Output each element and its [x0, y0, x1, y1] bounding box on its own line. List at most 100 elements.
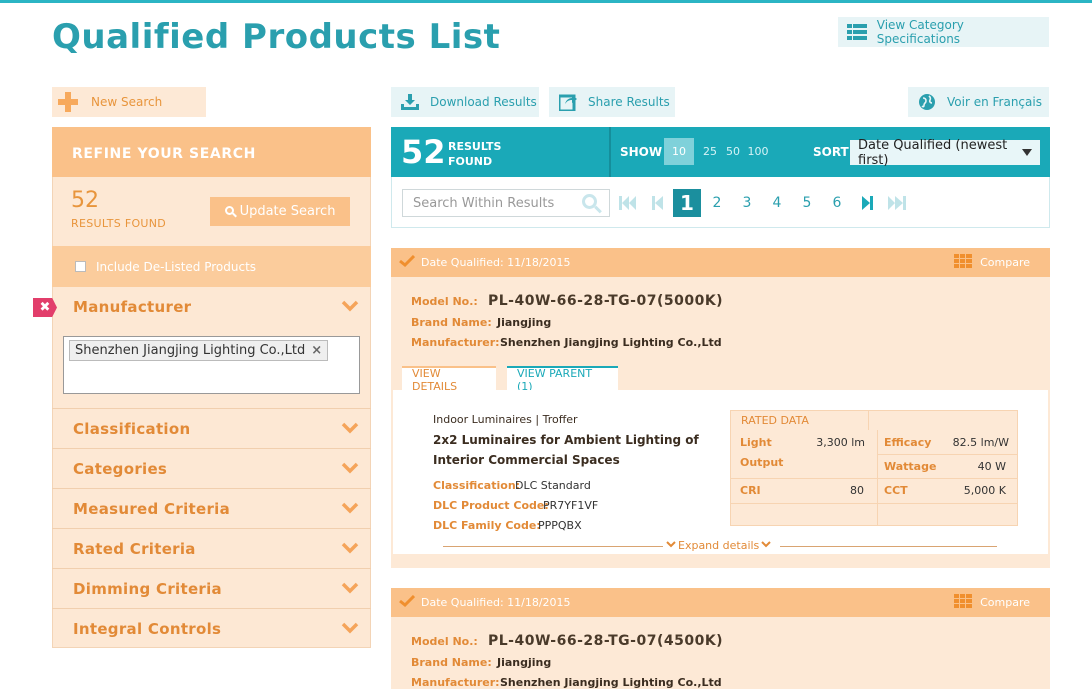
- family-code-value: PPPQBX: [538, 519, 582, 532]
- wattage-value: 40 W: [977, 460, 1006, 473]
- results-bar-label: RESULTS FOUND: [448, 139, 501, 169]
- classification-value: DLC Standard: [515, 479, 591, 492]
- chevron-down-icon: [341, 420, 359, 438]
- brand-name: Jiangjing: [497, 656, 552, 669]
- facet-categories[interactable]: Categories: [52, 448, 371, 488]
- chevron-down-icon: [341, 620, 359, 638]
- page-6[interactable]: 6: [823, 189, 851, 217]
- rated-data-box: RATED DATA Light Output 3,300 lm Efficac…: [730, 410, 1018, 526]
- new-search-button[interactable]: New Search: [52, 87, 206, 117]
- download-icon: [399, 91, 421, 113]
- per-page-50[interactable]: 50: [725, 138, 741, 165]
- view-category-specifications-label: View Category Specifications: [876, 18, 964, 46]
- output-label: Output: [740, 456, 784, 469]
- results-count: 52: [71, 188, 99, 213]
- manufacturer-name: Shenzhen Jiangjing Lighting Co.,Ltd: [500, 336, 722, 349]
- sort-value: Date Qualified (newest first): [858, 137, 1008, 168]
- refine-search-header: REFINE YOUR SEARCH: [52, 127, 371, 177]
- include-delisted-row[interactable]: Include De-Listed Products: [52, 246, 371, 287]
- compare-grid-icon: [954, 254, 973, 271]
- facet-label: Integral Controls: [73, 619, 222, 638]
- checkmark-icon: [399, 594, 416, 610]
- search-within-results-input[interactable]: Search Within Results: [402, 189, 610, 217]
- search-icon: [224, 205, 237, 218]
- first-page-icon[interactable]: [614, 189, 642, 217]
- compare-label: Compare: [980, 596, 1030, 609]
- previous-page-icon[interactable]: [644, 189, 672, 217]
- manufacturer-filter-tag-label: Shenzhen Jiangjing Lighting Co.,Ltd: [75, 343, 306, 358]
- sort-label: SORT: [813, 145, 849, 159]
- product-card-header: Date Qualified: 11/18/2015 Compare: [391, 588, 1050, 617]
- facet-measured-criteria[interactable]: Measured Criteria: [52, 488, 371, 528]
- family-code-label: DLC Family Code:: [433, 519, 541, 532]
- include-delisted-checkbox[interactable]: [75, 261, 86, 272]
- cri-label: CRI: [740, 484, 761, 497]
- date-qualified: Date Qualified: 11/18/2015: [421, 256, 571, 269]
- efficacy-value: 82.5 lm/W: [952, 436, 1009, 449]
- chevron-down-icon: [666, 539, 676, 552]
- model-number: PL-40W-66-28-TG-07(4500K): [488, 633, 724, 649]
- view-category-specifications-button[interactable]: View Category Specifications: [838, 17, 1049, 47]
- product-name-line1: 2x2 Luminaires for Ambient Lighting of: [433, 433, 699, 447]
- facet-dimming-criteria[interactable]: Dimming Criteria: [52, 568, 371, 608]
- per-page-25[interactable]: 25: [702, 138, 718, 165]
- page-5[interactable]: 5: [793, 189, 821, 217]
- product-card-header: Date Qualified: 11/18/2015 Compare: [391, 248, 1050, 277]
- remove-tag-icon[interactable]: ×: [311, 343, 322, 358]
- compare-toggle[interactable]: Compare: [954, 254, 1030, 271]
- model-number: PL-40W-66-28-TG-07(5000K): [488, 293, 724, 309]
- share-icon: [557, 91, 579, 113]
- download-results-label: Download Results: [430, 95, 537, 109]
- facet-manufacturer[interactable]: Manufacturer: [52, 287, 371, 327]
- tab-view-parent[interactable]: VIEW PARENT (1): [507, 366, 618, 393]
- page-1[interactable]: 1: [673, 189, 701, 217]
- model-label: Model No.:: [411, 635, 478, 648]
- facet-classification[interactable]: Classification: [52, 408, 371, 448]
- results-count-label: RESULTS FOUND: [71, 217, 167, 230]
- show-label: SHOW: [620, 145, 663, 159]
- model-label: Model No.:: [411, 295, 478, 308]
- page-3[interactable]: 3: [733, 189, 761, 217]
- brand-label: Brand Name:: [411, 656, 492, 669]
- brand-name: Jiangjing: [497, 316, 552, 329]
- facet-integral-controls[interactable]: Integral Controls: [52, 608, 371, 648]
- manufacturer-filter-tag[interactable]: Shenzhen Jiangjing Lighting Co.,Ltd ×: [69, 340, 329, 361]
- voir-en-francais-label: Voir en Français: [947, 95, 1042, 109]
- chevron-down-icon: [341, 580, 359, 598]
- product-name-line2: Interior Commercial Spaces: [433, 453, 620, 467]
- next-page-icon[interactable]: [853, 189, 881, 217]
- facet-rated-criteria[interactable]: Rated Criteria: [52, 528, 371, 568]
- checkmark-icon: [399, 254, 416, 270]
- caret-down-icon: [1022, 149, 1032, 156]
- facet-manufacturer-label: Manufacturer: [73, 298, 192, 316]
- product-category: Indoor Luminaires | Troffer: [433, 413, 578, 426]
- page-2[interactable]: 2: [703, 189, 731, 217]
- expand-details-link[interactable]: Expand details: [666, 539, 771, 552]
- chevron-down-icon: [341, 460, 359, 478]
- facet-label: Dimming Criteria: [73, 579, 222, 598]
- globe-icon: [916, 91, 938, 113]
- update-search-button[interactable]: Update Search: [210, 197, 350, 226]
- per-page-10[interactable]: 10: [664, 138, 694, 165]
- page-4[interactable]: 4: [763, 189, 791, 217]
- expand-details-label: Expand details: [678, 539, 760, 552]
- cct-label: CCT: [884, 484, 908, 497]
- rated-data-header: RATED DATA: [730, 410, 869, 430]
- tab-view-details[interactable]: VIEW DETAILS: [402, 366, 496, 393]
- per-page-100[interactable]: 100: [747, 138, 769, 165]
- rated-row-line: [731, 478, 1018, 479]
- voir-en-francais-button[interactable]: Voir en Français: [908, 87, 1049, 117]
- sort-select[interactable]: Date Qualified (newest first): [850, 137, 1040, 168]
- download-results-button[interactable]: Download Results: [391, 87, 539, 117]
- last-page-icon[interactable]: [883, 189, 911, 217]
- rated-row-line: [731, 503, 1018, 504]
- rated-row-line: [877, 454, 1018, 455]
- plus-icon: [58, 92, 78, 112]
- divider: [609, 127, 611, 177]
- compare-toggle[interactable]: Compare: [954, 594, 1030, 611]
- search-within-placeholder: Search Within Results: [413, 195, 555, 211]
- share-results-button[interactable]: Share Results: [549, 87, 675, 117]
- divider: [780, 546, 997, 547]
- facet-label: Categories: [73, 459, 168, 478]
- manufacturer-name: Shenzhen Jiangjing Lighting Co.,Ltd: [500, 676, 722, 689]
